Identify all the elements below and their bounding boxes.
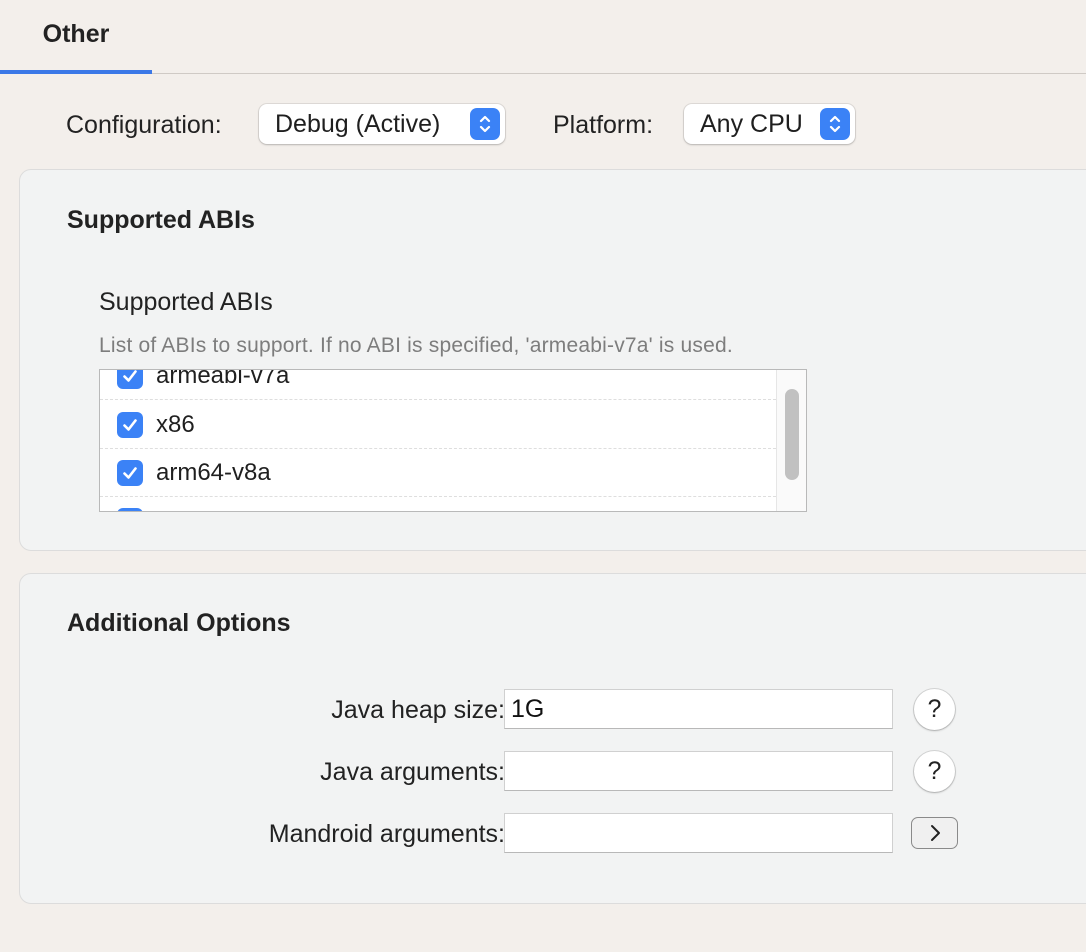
scrollbar[interactable] <box>776 370 806 511</box>
field-description: List of ABIs to support. If no ABI is sp… <box>99 334 733 357</box>
list-item[interactable]: arm64-v8a <box>100 449 776 497</box>
list-item[interactable] <box>100 497 776 511</box>
chevron-up-down-icon <box>470 108 500 140</box>
java-arguments-field[interactable] <box>504 751 893 791</box>
java-heap-size-field[interactable] <box>504 689 893 729</box>
java-arguments-label: Java arguments: <box>320 758 505 786</box>
additional-options-panel: Additional Options Java heap size: ? Jav… <box>19 573 1086 904</box>
java-heap-size-label: Java heap size: <box>331 696 505 724</box>
help-button[interactable]: ? <box>914 689 955 730</box>
scrollbar-thumb[interactable] <box>785 389 799 480</box>
list-item[interactable]: armeabi-v7a <box>100 369 776 400</box>
abi-label: x86 <box>156 410 195 438</box>
platform-label: Platform: <box>553 111 654 139</box>
section-title: Additional Options <box>67 609 291 637</box>
checkbox-checked-icon[interactable] <box>117 507 143 511</box>
chevron-right-icon <box>930 825 940 841</box>
supported-abis-panel: Supported ABIs Supported ABIs List of AB… <box>19 169 1086 551</box>
abi-label: armeabi-v7a <box>156 369 290 389</box>
configuration-value: Debug (Active) <box>275 109 441 138</box>
configuration-label: Configuration: <box>66 111 222 139</box>
section-title: Supported ABIs <box>67 206 255 234</box>
checkbox-checked-icon[interactable] <box>117 370 143 389</box>
checkbox-checked-icon[interactable] <box>117 411 143 438</box>
tab-other[interactable]: Other <box>0 0 152 74</box>
help-icon: ? <box>927 757 942 785</box>
tab-bar: Other <box>0 0 1086 74</box>
help-button[interactable]: ? <box>914 751 955 792</box>
chevron-up-down-icon <box>820 108 850 140</box>
mandroid-arguments-field[interactable] <box>504 813 893 853</box>
abi-label: arm64-v8a <box>156 458 271 486</box>
platform-popup[interactable]: Any CPU <box>684 104 855 144</box>
abi-list[interactable]: armeabi-v7a x86 arm64-v8a <box>99 369 807 512</box>
platform-value: Any CPU <box>700 109 803 138</box>
active-tab-indicator <box>0 70 152 74</box>
list-item[interactable]: x86 <box>100 401 776 449</box>
help-icon: ? <box>927 695 942 723</box>
configuration-popup[interactable]: Debug (Active) <box>259 104 505 144</box>
field-label: Supported ABIs <box>99 288 273 316</box>
expand-arguments-button[interactable] <box>911 817 958 849</box>
checkbox-checked-icon[interactable] <box>117 459 143 486</box>
tab-other-label: Other <box>42 19 110 48</box>
mandroid-arguments-label: Mandroid arguments: <box>268 820 505 848</box>
configuration-row: Configuration: Debug (Active) Platform: … <box>0 100 1086 148</box>
